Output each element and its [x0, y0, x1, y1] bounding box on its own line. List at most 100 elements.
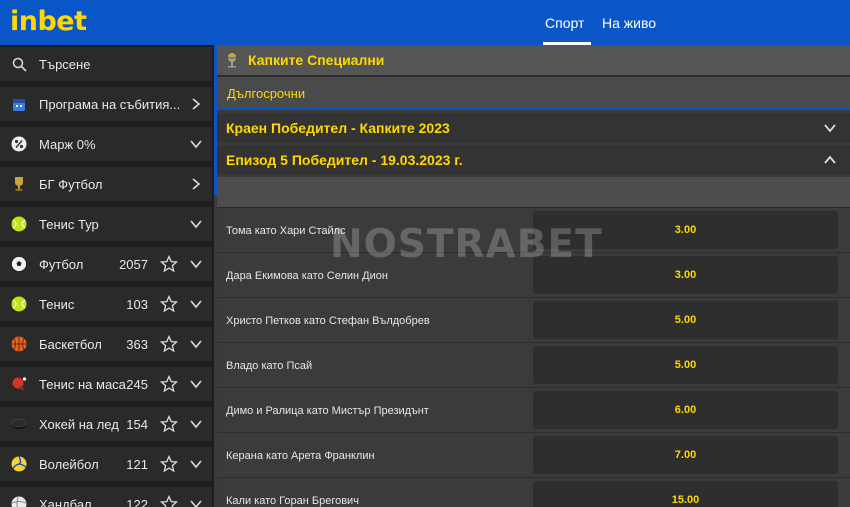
sidebar-item-label: БГ Футбол	[39, 176, 103, 192]
selection-row: Керана като Арета Франклин 7.00	[217, 432, 850, 477]
table-tennis-icon	[11, 376, 27, 392]
chevron-down-icon[interactable]	[824, 122, 836, 134]
divider	[217, 107, 850, 110]
selection-name: Керана като Арета Франклин	[226, 449, 375, 462]
chevron-down-icon	[190, 460, 202, 469]
chevron-down-icon	[190, 220, 202, 229]
percent-icon	[11, 136, 27, 152]
logo[interactable]: inbet	[10, 6, 87, 37]
star-icon[interactable]	[160, 375, 178, 393]
tennis-ball-icon	[11, 216, 27, 232]
sidebar-item-label: Тенис Тур	[39, 216, 99, 232]
main-content: Капките Специални Дългосрочни Краен Побе…	[217, 45, 850, 507]
chevron-right-icon	[192, 98, 201, 110]
event-count: 103	[126, 296, 148, 312]
sidebar-item-label: Програма на събития...	[39, 96, 181, 112]
odds-button[interactable]: 7.00	[533, 436, 838, 474]
chevron-down-icon	[190, 260, 202, 269]
sidebar-item-margin[interactable]: Марж 0%	[0, 127, 212, 164]
odds-button[interactable]: 5.00	[533, 301, 838, 339]
sidebar-item-label: Тенис	[39, 296, 75, 312]
selection-row: Димо и Ралица като Мистър Президънт 6.00	[217, 387, 850, 432]
sidebar-item-label: Футбол	[39, 256, 84, 272]
sidebar-item-volleyball[interactable]: Волейбол 121	[0, 447, 212, 484]
market-title: Епизод 5 Победител - 19.03.2023 г.	[226, 152, 463, 168]
selection-name: Димо и Ралица като Мистър Президънт	[226, 404, 429, 417]
sidebar-item-ice-hockey[interactable]: Хокей на лед 154	[0, 407, 212, 444]
sidebar-item-tennis[interactable]: Тенис 103	[0, 287, 212, 324]
star-icon[interactable]	[160, 415, 178, 433]
selection-row: Тома като Хари Стайлс 3.00	[217, 207, 850, 252]
selection-name: Дара Екимова като Селин Дион	[226, 269, 388, 282]
selection-row: Христо Петков като Стефан Вълдобрев 5.00	[217, 297, 850, 342]
event-count: 122	[126, 496, 148, 507]
football-icon	[11, 256, 27, 272]
chevron-down-icon	[190, 340, 202, 349]
selection-name: Кали като Горан Брегович	[226, 494, 359, 507]
chevron-down-icon	[190, 420, 202, 429]
tab-long-term[interactable]: Дългосрочни	[227, 77, 305, 109]
sidebar-item-schedule[interactable]: Програма на събития...	[0, 87, 212, 124]
odds-button[interactable]: 3.00	[533, 256, 838, 294]
event-count: 2057	[119, 256, 148, 272]
microphone-icon	[228, 53, 236, 68]
selection-row: Дара Екимова като Селин Дион 3.00	[217, 252, 850, 297]
chevron-right-icon	[192, 178, 201, 190]
sidebar-item-basketball[interactable]: Баскетбол 363	[0, 327, 212, 364]
handball-icon	[11, 496, 27, 507]
trophy-icon	[11, 176, 27, 192]
star-icon[interactable]	[160, 335, 178, 353]
odds-button[interactable]: 3.00	[533, 211, 838, 249]
sidebar-item-table-tennis[interactable]: Тенис на маса 245	[0, 367, 212, 404]
search-icon	[11, 56, 27, 72]
sidebar-item-football[interactable]: Футбол 2057	[0, 247, 212, 284]
event-count: 121	[126, 456, 148, 472]
top-bar: inbet Спорт На живо	[0, 0, 850, 45]
market-group-header[interactable]: Епизод 5 Победител - 19.03.2023 г.	[217, 145, 850, 175]
odds-button[interactable]: 5.00	[533, 346, 838, 384]
selection-row: Владо като Псай 5.00	[217, 342, 850, 387]
section-header: Капките Специални	[217, 45, 850, 75]
sidebar-item-label: Хандбал	[39, 496, 92, 507]
sidebar: Търсене Програма на събития... Марж 0% Б…	[0, 45, 214, 507]
star-icon[interactable]	[160, 495, 178, 507]
selection-name: Владо като Псай	[226, 359, 313, 372]
selection-name: Тома като Хари Стайлс	[226, 224, 346, 237]
sidebar-item-bg-football[interactable]: БГ Футбол	[0, 167, 212, 204]
star-icon[interactable]	[160, 295, 178, 313]
tab-bar: Дългосрочни	[217, 75, 850, 109]
sidebar-item-label: Баскетбол	[39, 336, 102, 352]
sidebar-item-label: Марж 0%	[39, 136, 96, 152]
chevron-down-icon	[190, 380, 202, 389]
market-title: Краен Победител - Капките 2023	[226, 120, 450, 136]
sidebar-item-label: Тенис на маса	[39, 376, 126, 392]
volleyball-icon	[11, 456, 27, 472]
hockey-puck-icon	[11, 416, 27, 432]
event-count: 245	[126, 376, 148, 392]
event-count: 154	[126, 416, 148, 432]
sidebar-item-label: Хокей на лед	[39, 416, 119, 432]
tennis-ball-icon	[11, 296, 27, 312]
selection-row: Кали като Горан Брегович 15.00	[217, 477, 850, 507]
star-icon[interactable]	[160, 455, 178, 473]
odds-button[interactable]: 6.00	[533, 391, 838, 429]
market-subheader	[217, 177, 850, 207]
star-icon[interactable]	[160, 255, 178, 273]
odds-button[interactable]: 15.00	[533, 481, 838, 507]
calendar-icon	[11, 96, 27, 112]
nav-sport[interactable]: Спорт	[545, 0, 584, 45]
chevron-down-icon	[190, 500, 202, 507]
selection-name: Христо Петков като Стефан Вълдобрев	[226, 314, 430, 327]
sidebar-item-tennis-tour[interactable]: Тенис Тур	[0, 207, 212, 244]
basketball-icon	[11, 336, 27, 352]
event-count: 363	[126, 336, 148, 352]
nav-live[interactable]: На живо	[602, 0, 656, 45]
sidebar-item-label: Търсене	[39, 56, 91, 72]
sidebar-item-search[interactable]: Търсене	[0, 47, 212, 84]
market-group-header[interactable]: Краен Победител - Капките 2023	[217, 113, 850, 143]
chevron-up-icon[interactable]	[824, 154, 836, 166]
page-title: Капките Специални	[248, 52, 385, 68]
chevron-down-icon	[190, 140, 202, 149]
sidebar-item-label: Волейбол	[39, 456, 99, 472]
sidebar-item-handball[interactable]: Хандбал 122	[0, 487, 212, 507]
